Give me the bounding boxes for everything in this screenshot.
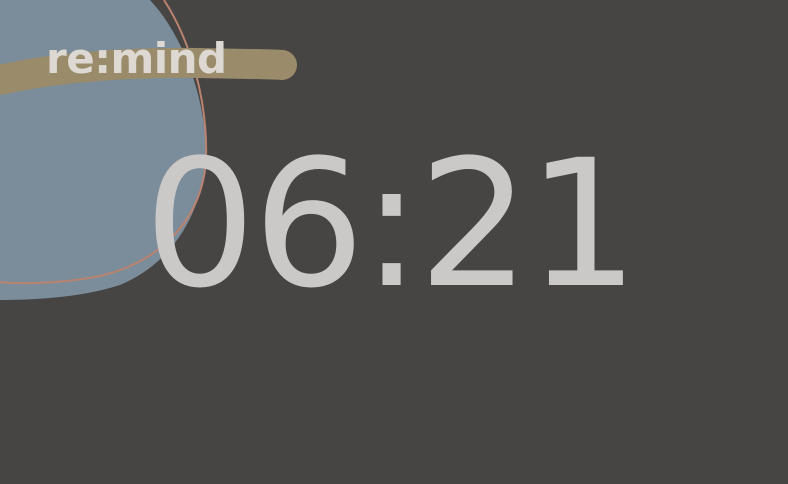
clock-time-display: 06:21 [143, 122, 639, 327]
screen: re:mind 06:21 [0, 0, 788, 484]
brand-logo-text: re:mind [46, 34, 227, 83]
